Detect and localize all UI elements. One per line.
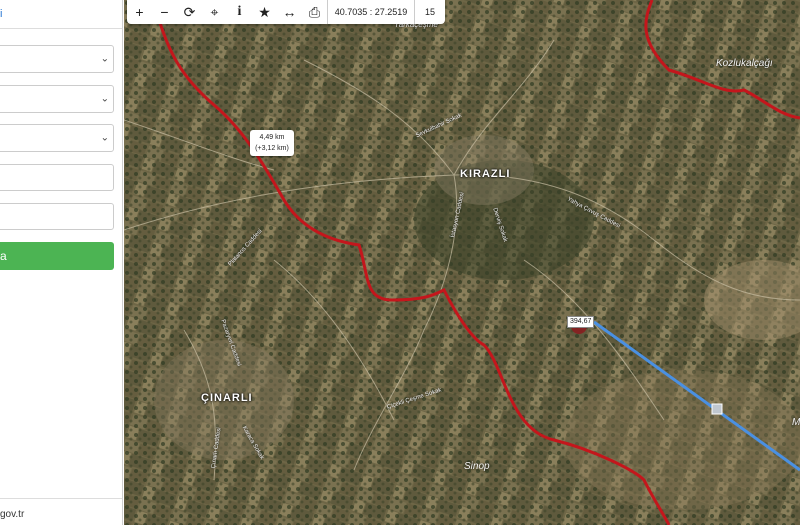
- measure-delta: (+3,12 km): [255, 145, 289, 152]
- footer-link[interactable]: gov.tr: [0, 509, 24, 520]
- farmland-patch: [564, 370, 800, 510]
- sidebar-input-1[interactable]: [0, 164, 114, 191]
- sidebar-footer: gov.tr: [0, 498, 122, 525]
- info-icon[interactable]: i: [227, 0, 252, 24]
- place-label-cinarli: ÇINARLI: [201, 392, 253, 404]
- sidebar-button-label: a: [0, 249, 7, 263]
- sidebar-select-2[interactable]: ⌄: [0, 85, 114, 113]
- chevron-down-icon: ⌄: [100, 53, 109, 65]
- sidebar-select-1[interactable]: ⌄: [0, 45, 114, 73]
- locate-icon[interactable]: ⌖: [202, 0, 227, 24]
- place-label-kozlukalcagi: Kozlukalçağı: [716, 58, 773, 69]
- map-toolbar: + − ⟳ ⌖ i ★ ↔ ⎙ 40.7035 : 27.2519 15: [127, 0, 445, 24]
- chevron-down-icon: ⌄: [100, 93, 109, 105]
- sidebar-select-3[interactable]: ⌄: [0, 124, 114, 152]
- star-icon[interactable]: ★: [252, 0, 277, 24]
- sidebar-header: i: [0, 0, 122, 29]
- sidebar-header-link[interactable]: i: [0, 8, 2, 20]
- route-vertex[interactable]: [711, 403, 723, 415]
- print-icon[interactable]: ⎙: [302, 0, 327, 24]
- refresh-icon[interactable]: ⟳: [177, 0, 202, 24]
- measure-distance: 4,49 km: [259, 134, 285, 141]
- zoom-level-display: 15: [414, 0, 445, 24]
- zoom-in-icon[interactable]: +: [127, 0, 152, 24]
- sidebar-input-2[interactable]: [0, 203, 114, 230]
- map-canvas[interactable]: [124, 0, 800, 525]
- place-label-kirazli: KIRAZLI: [460, 168, 511, 180]
- sidebar-search-button[interactable]: a: [0, 242, 114, 270]
- sidebar-panel: i ⌄ ⌄ ⌄ a gov.tr: [0, 0, 123, 525]
- coordinate-display: 40.7035 : 27.2519: [327, 0, 414, 24]
- place-label-edge: M: [792, 417, 800, 428]
- poi-label: 394,67: [567, 316, 595, 328]
- measure-tooltip: 4,49 km (+3,12 km): [250, 130, 294, 156]
- chevron-down-icon: ⌄: [100, 132, 109, 144]
- measure-icon[interactable]: ↔: [277, 0, 302, 24]
- zoom-out-icon[interactable]: −: [152, 0, 177, 24]
- satellite-map[interactable]: Sevkulbahir Sokak Yahya Çavuş Caddesi Pl…: [124, 0, 800, 525]
- place-label-sinop: Sinop: [464, 461, 490, 472]
